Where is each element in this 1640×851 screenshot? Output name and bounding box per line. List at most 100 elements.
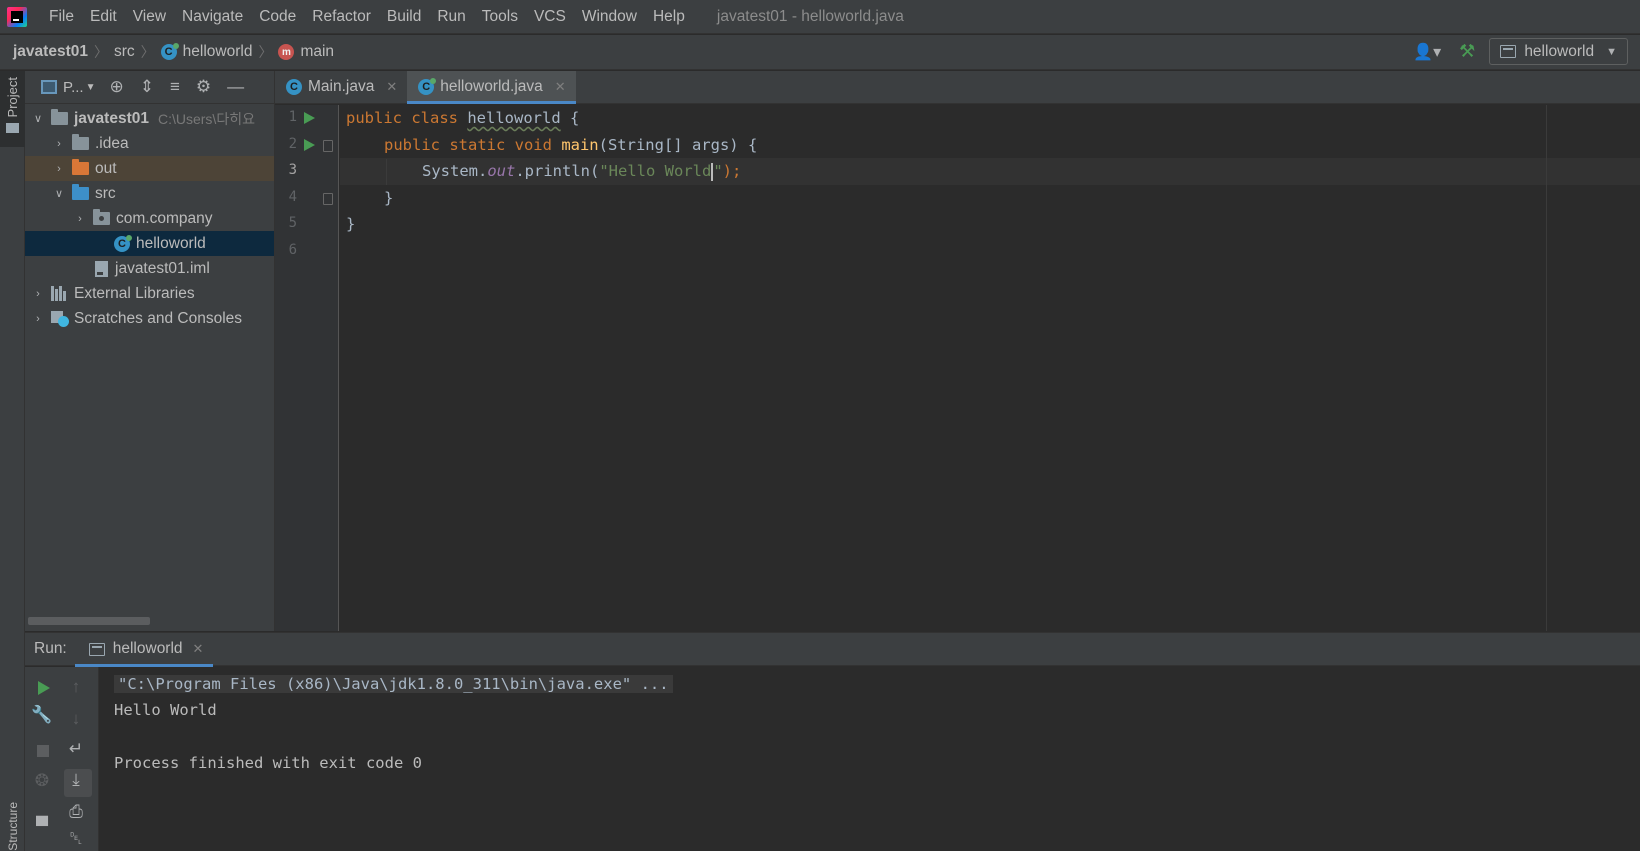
- run-configuration-selector[interactable]: helloworld ▼: [1489, 38, 1628, 65]
- project-view-selector[interactable]: P... ▼: [41, 79, 95, 96]
- menu-edit[interactable]: Edit: [82, 0, 125, 34]
- code-text: }: [346, 215, 356, 233]
- tree-item-out[interactable]: › out: [25, 156, 274, 181]
- left-tool-stripe: Project Structure: [0, 71, 25, 851]
- run-gutter-icon[interactable]: [304, 139, 315, 151]
- line-number: 2: [288, 136, 297, 152]
- editor-gutter[interactable]: 1 2 3 4 5 6: [275, 105, 339, 631]
- fold-marker-icon[interactable]: [323, 140, 333, 152]
- chevron-right-icon[interactable]: ›: [31, 288, 45, 300]
- breadcrumb-method[interactable]: m main: [278, 43, 334, 61]
- method-name: main: [561, 136, 599, 154]
- scroll-to-end-icon[interactable]: ⤓: [63, 770, 89, 790]
- console-line-command: "C:\Program Files (x86)\Java\jdk1.8.0_31…: [114, 672, 673, 696]
- chevron-right-icon[interactable]: ›: [52, 138, 66, 150]
- minimize-icon[interactable]: —: [227, 77, 244, 97]
- package-icon: [93, 209, 110, 225]
- gear-icon[interactable]: ⚙: [196, 77, 211, 97]
- collapse-all-icon[interactable]: ≡: [170, 77, 180, 97]
- code-text: System.: [422, 162, 488, 180]
- structure-tool-button[interactable]: Structure: [0, 776, 25, 851]
- chevron-down-icon[interactable]: ∨: [31, 112, 45, 125]
- scratches-icon: [51, 310, 69, 327]
- menu-window[interactable]: Window: [574, 0, 645, 34]
- horizontal-scrollbar[interactable]: [28, 617, 150, 625]
- run-tab-label: helloworld: [112, 640, 183, 657]
- tree-item-external-libraries[interactable]: › External Libraries: [25, 281, 274, 306]
- code-text: (String[] args) {: [598, 136, 758, 154]
- menu-code[interactable]: Code: [251, 0, 304, 34]
- application-config-icon: [88, 642, 105, 656]
- code-line-3: System.out.println("Hello World ");: [346, 158, 741, 185]
- breadcrumb-class[interactable]: C helloworld: [160, 43, 253, 61]
- tree-item-idea[interactable]: › .idea: [25, 131, 274, 156]
- breadcrumb-src[interactable]: src: [114, 43, 135, 61]
- chevron-right-icon[interactable]: ›: [52, 163, 66, 175]
- rerun-icon[interactable]: [38, 681, 50, 695]
- menu-build[interactable]: Build: [379, 0, 429, 34]
- close-icon[interactable]: ✕: [386, 79, 397, 95]
- menu-file[interactable]: File: [41, 0, 82, 34]
- close-icon[interactable]: ✕: [555, 79, 566, 95]
- account-icon[interactable]: 👤▾: [1413, 42, 1441, 62]
- expand-all-icon[interactable]: ⇕: [140, 77, 154, 97]
- chevron-right-icon[interactable]: ›: [73, 213, 87, 225]
- chevron-right-icon[interactable]: ›: [31, 313, 45, 325]
- run-configuration-label: helloworld: [1524, 42, 1595, 60]
- tree-item-scratches[interactable]: › Scratches and Consoles: [25, 306, 274, 331]
- tree-item-label: helloworld: [136, 234, 206, 252]
- tree-item-src[interactable]: ∨ src: [25, 181, 274, 206]
- code-editor[interactable]: public class helloworld { public static …: [340, 105, 1640, 631]
- tree-item-label: Scratches and Consoles: [74, 309, 243, 327]
- menu-vcs[interactable]: VCS: [526, 0, 574, 34]
- tab-helloworld-java[interactable]: C helloworld.java ✕: [407, 71, 577, 104]
- run-actions-toolbar: 🔧 ❂ ▄ ↑ ↓ ↵ ⤓ ⎙ ␡: [25, 667, 99, 851]
- debug-icon[interactable]: ❂: [29, 771, 55, 791]
- breadcrumb-method-label: main: [300, 43, 335, 60]
- tab-label: helloworld.java: [440, 78, 543, 95]
- toolbar-right: 👤▾ ⚒ helloworld ▼: [1413, 38, 1628, 65]
- run-tab-helloworld[interactable]: helloworld ✕: [74, 633, 214, 667]
- breadcrumb-separator-icon: 〉: [140, 44, 155, 60]
- locate-target-icon[interactable]: ⊕: [109, 77, 123, 97]
- close-icon[interactable]: ✕: [193, 641, 204, 657]
- tree-item-javatest01[interactable]: ∨ javatest01 C:\Users\다히요: [25, 106, 274, 131]
- breadcrumb-project-label: javatest01: [13, 43, 88, 60]
- trash-icon[interactable]: ␡: [63, 829, 89, 849]
- tree-item-label: out: [95, 159, 117, 177]
- menu-navigate[interactable]: Navigate: [174, 0, 251, 34]
- print-icon[interactable]: ⎙: [63, 802, 89, 822]
- menu-refactor[interactable]: Refactor: [304, 0, 379, 34]
- build-hammer-icon[interactable]: ⚒: [1459, 41, 1475, 62]
- code-line-1: public class helloworld {: [346, 105, 579, 132]
- menu-view[interactable]: View: [125, 0, 174, 34]
- layout-icon[interactable]: ▄: [29, 806, 55, 826]
- breadcrumb-project[interactable]: javatest01: [13, 43, 88, 61]
- folder-icon: [6, 123, 19, 134]
- fold-marker-icon[interactable]: [323, 193, 333, 205]
- run-tool-window-header: Run: helloworld ✕: [25, 632, 1640, 667]
- tab-main-java[interactable]: C Main.java ✕: [275, 71, 407, 103]
- tree-item-helloworld[interactable]: C helloworld: [25, 231, 274, 256]
- breadcrumb-class-label: helloworld: [182, 43, 253, 60]
- editor-tab-bar: C Main.java ✕ C helloworld.java ✕: [275, 71, 1640, 104]
- run-console[interactable]: "C:\Program Files (x86)\Java\jdk1.8.0_31…: [100, 667, 1640, 851]
- stop-icon[interactable]: [37, 745, 49, 757]
- arrow-down-icon[interactable]: ↓: [63, 709, 89, 729]
- code-line-5: }: [346, 211, 355, 238]
- soft-wrap-icon[interactable]: ↵: [63, 739, 89, 759]
- arrow-up-icon[interactable]: ↑: [63, 677, 89, 697]
- library-icon: [51, 286, 68, 301]
- menu-run[interactable]: Run: [429, 0, 473, 34]
- chevron-down-icon[interactable]: ∨: [52, 187, 66, 200]
- tree-item-iml[interactable]: javatest01.iml: [25, 256, 274, 281]
- project-tool-button[interactable]: Project: [0, 71, 25, 147]
- wrench-icon[interactable]: 🔧: [29, 705, 55, 725]
- tree-item-label: javatest01.iml: [115, 259, 210, 277]
- run-gutter-icon[interactable]: [304, 112, 315, 124]
- tree-item-com-company[interactable]: › com.company: [25, 206, 274, 231]
- menu-help[interactable]: Help: [645, 0, 693, 34]
- code-text: .println(: [515, 162, 600, 180]
- menu-tools[interactable]: Tools: [474, 0, 526, 34]
- tree-item-label: javatest01: [74, 109, 149, 127]
